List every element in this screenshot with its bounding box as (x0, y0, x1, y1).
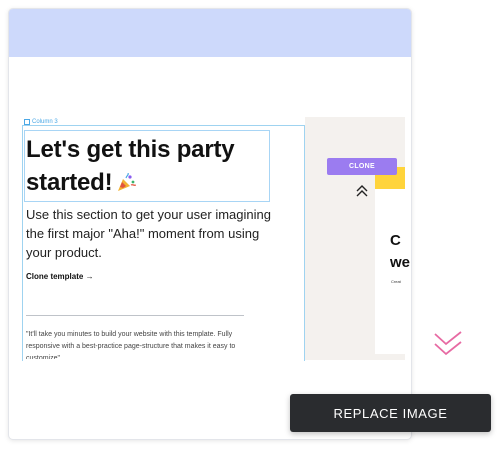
party-popper-icon (116, 169, 137, 191)
chevron-up-double-icon[interactable] (354, 183, 370, 199)
clone-button[interactable]: CLONE (327, 158, 397, 175)
clone-template-link[interactable]: Clone template → (26, 272, 94, 281)
hero-headline[interactable]: Let's get this party started! (26, 133, 276, 199)
testimonial-quote: "It'll take you minutes to build your we… (26, 331, 236, 359)
hero-lead-text[interactable]: Use this section to get your user imagin… (26, 205, 281, 262)
chevron-down-double-icon (432, 328, 466, 362)
preview-title-line-2: we (390, 254, 411, 271)
preview-small-text: Creat (391, 279, 401, 284)
preview-title-line-1: C (390, 232, 401, 249)
preview-title-fragment: C we (390, 230, 410, 274)
top-banner (9, 9, 411, 57)
divider (26, 315, 244, 316)
replace-image-button[interactable]: REPLACE IMAGE (290, 394, 491, 432)
